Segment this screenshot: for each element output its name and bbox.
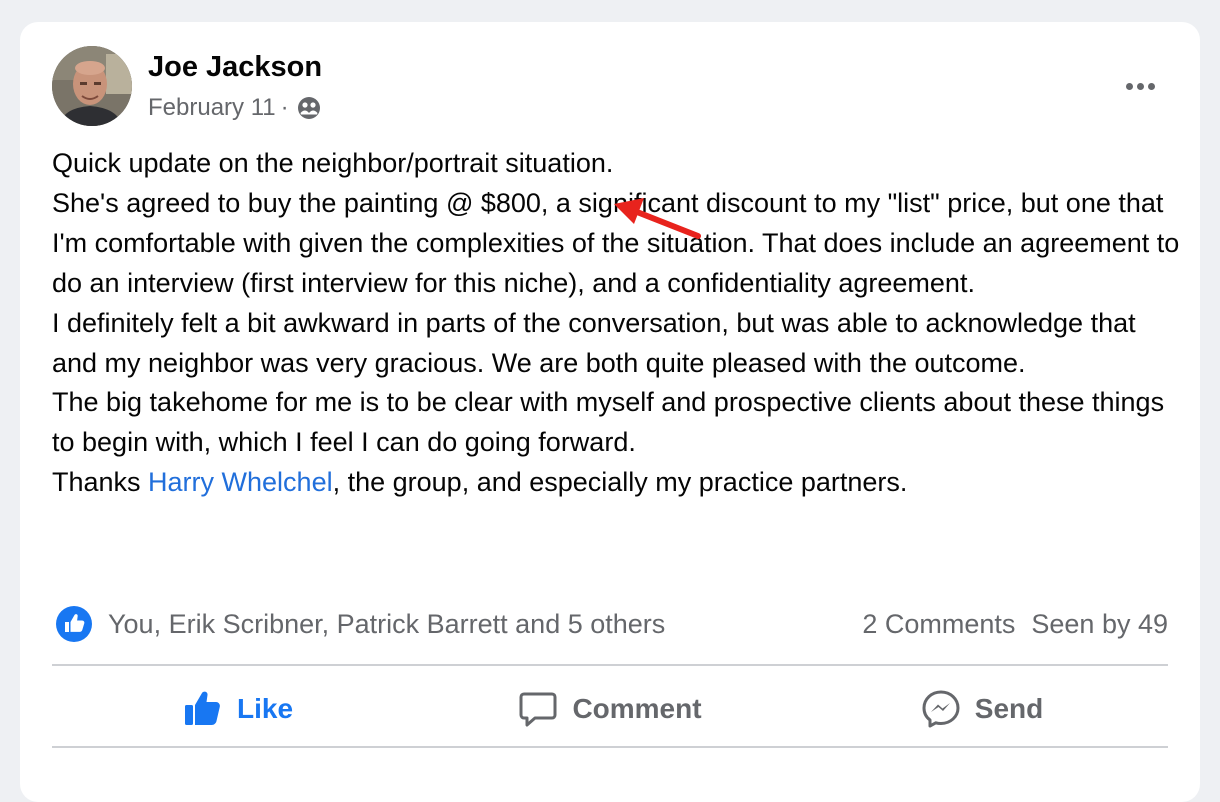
thanks-prefix: Thanks	[52, 467, 149, 498]
comment-icon	[519, 692, 557, 727]
post-paragraph: The big takehome for me is to be clear w…	[52, 387, 1165, 458]
post-paragraph-thanks: Thanks Harry Whelchel, the group, and es…	[52, 463, 1182, 503]
post-paragraph: I definitely felt a bit awkward in parts…	[52, 307, 1136, 378]
thumbs-up-icon	[184, 691, 220, 725]
post-card: Joe Jackson February 11 · Quick update o…	[20, 22, 1200, 802]
like-button[interactable]: Like	[52, 670, 424, 748]
post-date[interactable]: February 11	[148, 90, 276, 126]
more-options-icon[interactable]	[1108, 64, 1172, 108]
post-stats: 2 Comments Seen by 49	[862, 602, 1168, 646]
avatar-photo	[52, 46, 132, 126]
post-meta: February 11 ·	[148, 90, 321, 126]
meta-separator: ·	[280, 94, 289, 121]
reactions-bar: You, Erik Scribner, Patrick Barrett and …	[52, 602, 1168, 646]
comment-button[interactable]: Comment	[424, 670, 796, 748]
divider-bottom	[52, 746, 1168, 748]
comment-label: Comment	[572, 693, 702, 724]
post-paragraph: Quick update on the neighbor/portrait si…	[52, 148, 614, 178]
comments-count[interactable]: 2 Comments	[862, 602, 1015, 646]
red-arrow-annotation	[614, 198, 701, 239]
post-actions: Like Comment Send	[52, 670, 1168, 748]
send-button[interactable]: Send	[796, 670, 1168, 748]
avatar[interactable]	[52, 46, 132, 126]
seen-by-count[interactable]: Seen by 49	[1031, 602, 1168, 646]
friends-icon	[297, 97, 320, 119]
mention-link[interactable]: Harry Whelchel	[148, 467, 333, 497]
thanks-suffix: , the group, and especially my practice …	[332, 467, 908, 498]
send-label: Send	[974, 693, 1044, 724]
divider-top	[52, 664, 1168, 666]
messenger-icon	[922, 690, 960, 728]
like-reaction-icon[interactable]	[56, 606, 92, 642]
post-header: Joe Jackson February 11 ·	[52, 46, 1172, 128]
like-label: Like	[236, 693, 294, 724]
author-name[interactable]: Joe Jackson	[148, 46, 322, 88]
reactors-summary[interactable]: You, Erik Scribner, Patrick Barrett and …	[108, 602, 665, 646]
